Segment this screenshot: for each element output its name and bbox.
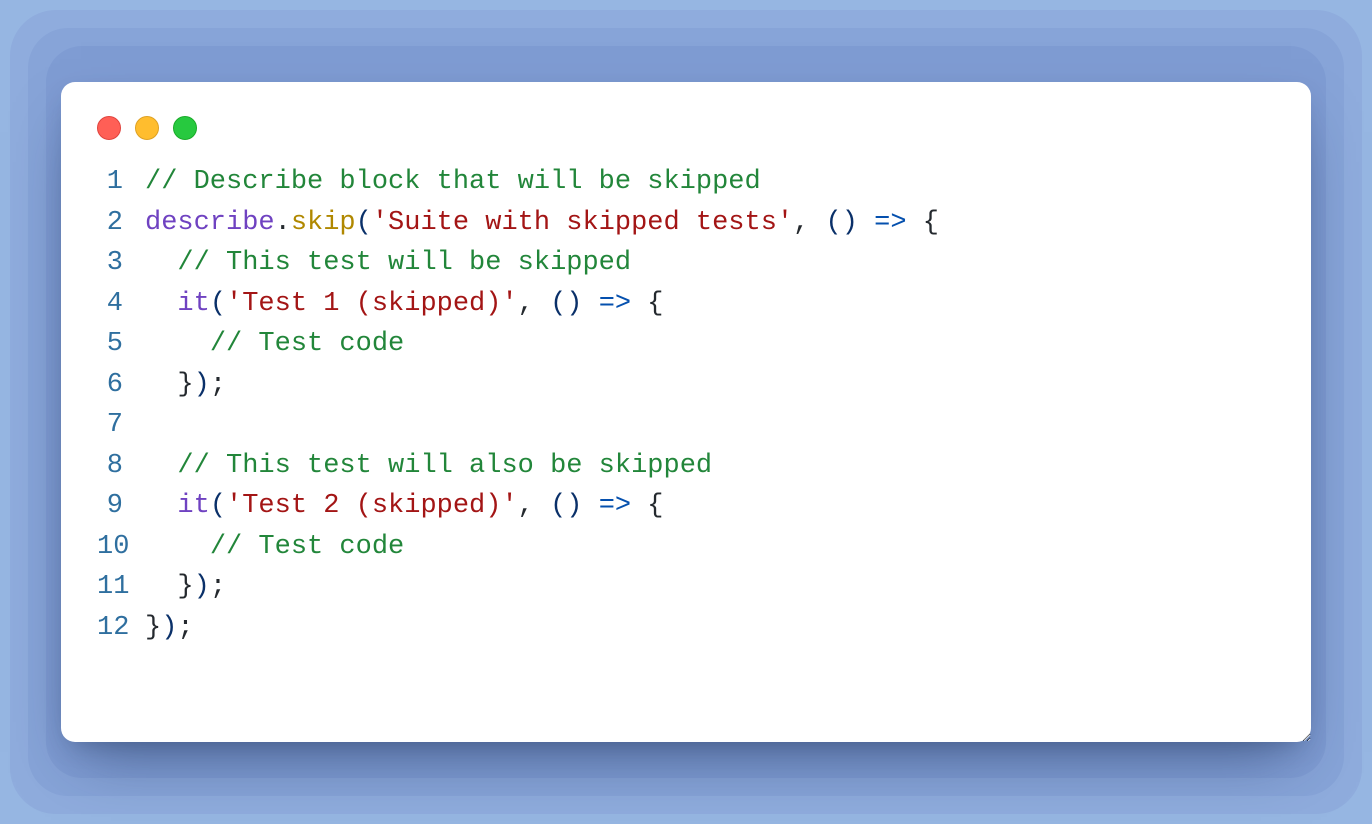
code-token: describe — [145, 208, 275, 238]
code-line[interactable]: 2describe.skip('Suite with skipped tests… — [97, 203, 1279, 244]
code-window: 1// Describe block that will be skipped2… — [61, 82, 1311, 742]
code-token — [145, 289, 177, 319]
line-content[interactable]: // This test will also be skipped — [145, 446, 1279, 487]
code-line[interactable]: 6 }); — [97, 365, 1279, 406]
code-token: , — [793, 208, 825, 238]
code-token: // Test code — [210, 329, 404, 359]
code-token: skip — [291, 208, 356, 238]
code-token: // Describe block that will be skipped — [145, 167, 761, 197]
code-token: ; — [210, 370, 226, 400]
code-token: () — [826, 208, 858, 238]
line-content[interactable]: it('Test 2 (skipped)', () => { — [145, 486, 1279, 527]
line-number: 5 — [97, 324, 145, 365]
code-token: 'Test 1 (skipped)' — [226, 289, 518, 319]
code-line[interactable]: 8 // This test will also be skipped — [97, 446, 1279, 487]
line-content[interactable]: }); — [145, 608, 1279, 649]
line-number: 4 — [97, 284, 145, 325]
code-token: => — [599, 289, 631, 319]
code-token: ( — [356, 208, 372, 238]
line-content[interactable] — [145, 405, 1279, 446]
zoom-icon[interactable] — [173, 116, 197, 140]
line-number: 7 — [97, 405, 145, 446]
code-token: } — [145, 613, 161, 643]
code-token — [907, 208, 923, 238]
line-number: 6 — [97, 365, 145, 406]
code-token: ( — [210, 289, 226, 319]
code-token — [145, 491, 177, 521]
line-number: 9 — [97, 486, 145, 527]
code-token — [145, 532, 210, 562]
code-token — [145, 572, 177, 602]
line-number: 1 — [97, 162, 145, 203]
code-token: ; — [210, 572, 226, 602]
code-token: 'Test 2 (skipped)' — [226, 491, 518, 521]
code-token: // Test code — [210, 532, 404, 562]
code-token: . — [275, 208, 291, 238]
code-editor[interactable]: 1// Describe block that will be skipped2… — [93, 162, 1279, 648]
code-token: => — [599, 491, 631, 521]
code-line[interactable]: 4 it('Test 1 (skipped)', () => { — [97, 284, 1279, 325]
line-number: 2 — [97, 203, 145, 244]
code-token: () — [550, 491, 582, 521]
close-icon[interactable] — [97, 116, 121, 140]
code-token — [631, 491, 647, 521]
code-line[interactable]: 5 // Test code — [97, 324, 1279, 365]
code-token — [145, 451, 177, 481]
code-token: { — [647, 491, 663, 521]
code-token: ) — [194, 572, 210, 602]
code-token: it — [177, 491, 209, 521]
code-line[interactable]: 10 // Test code — [97, 527, 1279, 568]
line-content[interactable]: describe.skip('Suite with skipped tests'… — [145, 203, 1279, 244]
code-token: { — [647, 289, 663, 319]
window-traffic-lights — [93, 112, 1279, 162]
code-token: // This test will also be skipped — [177, 451, 712, 481]
code-token: ) — [161, 613, 177, 643]
code-token — [582, 289, 598, 319]
minimize-icon[interactable] — [135, 116, 159, 140]
line-number: 8 — [97, 446, 145, 487]
line-content[interactable]: // Describe block that will be skipped — [145, 162, 1279, 203]
code-token: it — [177, 289, 209, 319]
code-token — [631, 289, 647, 319]
line-content[interactable]: it('Test 1 (skipped)', () => { — [145, 284, 1279, 325]
code-token: 'Suite with skipped tests' — [372, 208, 793, 238]
code-line[interactable]: 9 it('Test 2 (skipped)', () => { — [97, 486, 1279, 527]
line-number: 3 — [97, 243, 145, 284]
code-token: , — [518, 491, 550, 521]
line-content[interactable]: }); — [145, 365, 1279, 406]
code-token: { — [923, 208, 939, 238]
line-content[interactable]: // Test code — [145, 324, 1279, 365]
code-token: } — [177, 370, 193, 400]
code-line[interactable]: 1// Describe block that will be skipped — [97, 162, 1279, 203]
line-number: 10 — [97, 527, 145, 568]
line-number: 11 — [97, 567, 145, 608]
code-line[interactable]: 11 }); — [97, 567, 1279, 608]
code-token — [145, 370, 177, 400]
code-line[interactable]: 3 // This test will be skipped — [97, 243, 1279, 284]
code-token: ( — [210, 491, 226, 521]
code-token — [145, 329, 210, 359]
code-token: } — [177, 572, 193, 602]
code-token — [582, 491, 598, 521]
code-token: => — [874, 208, 906, 238]
line-number: 12 — [97, 608, 145, 649]
code-token — [858, 208, 874, 238]
code-line[interactable]: 12}); — [97, 608, 1279, 649]
code-token: // This test will be skipped — [177, 248, 631, 278]
code-token — [145, 248, 177, 278]
line-content[interactable]: // This test will be skipped — [145, 243, 1279, 284]
line-content[interactable]: // Test code — [145, 527, 1279, 568]
code-token: , — [518, 289, 550, 319]
code-line[interactable]: 7 — [97, 405, 1279, 446]
code-token: () — [550, 289, 582, 319]
code-token: ; — [177, 613, 193, 643]
code-token: ) — [194, 370, 210, 400]
line-content[interactable]: }); — [145, 567, 1279, 608]
